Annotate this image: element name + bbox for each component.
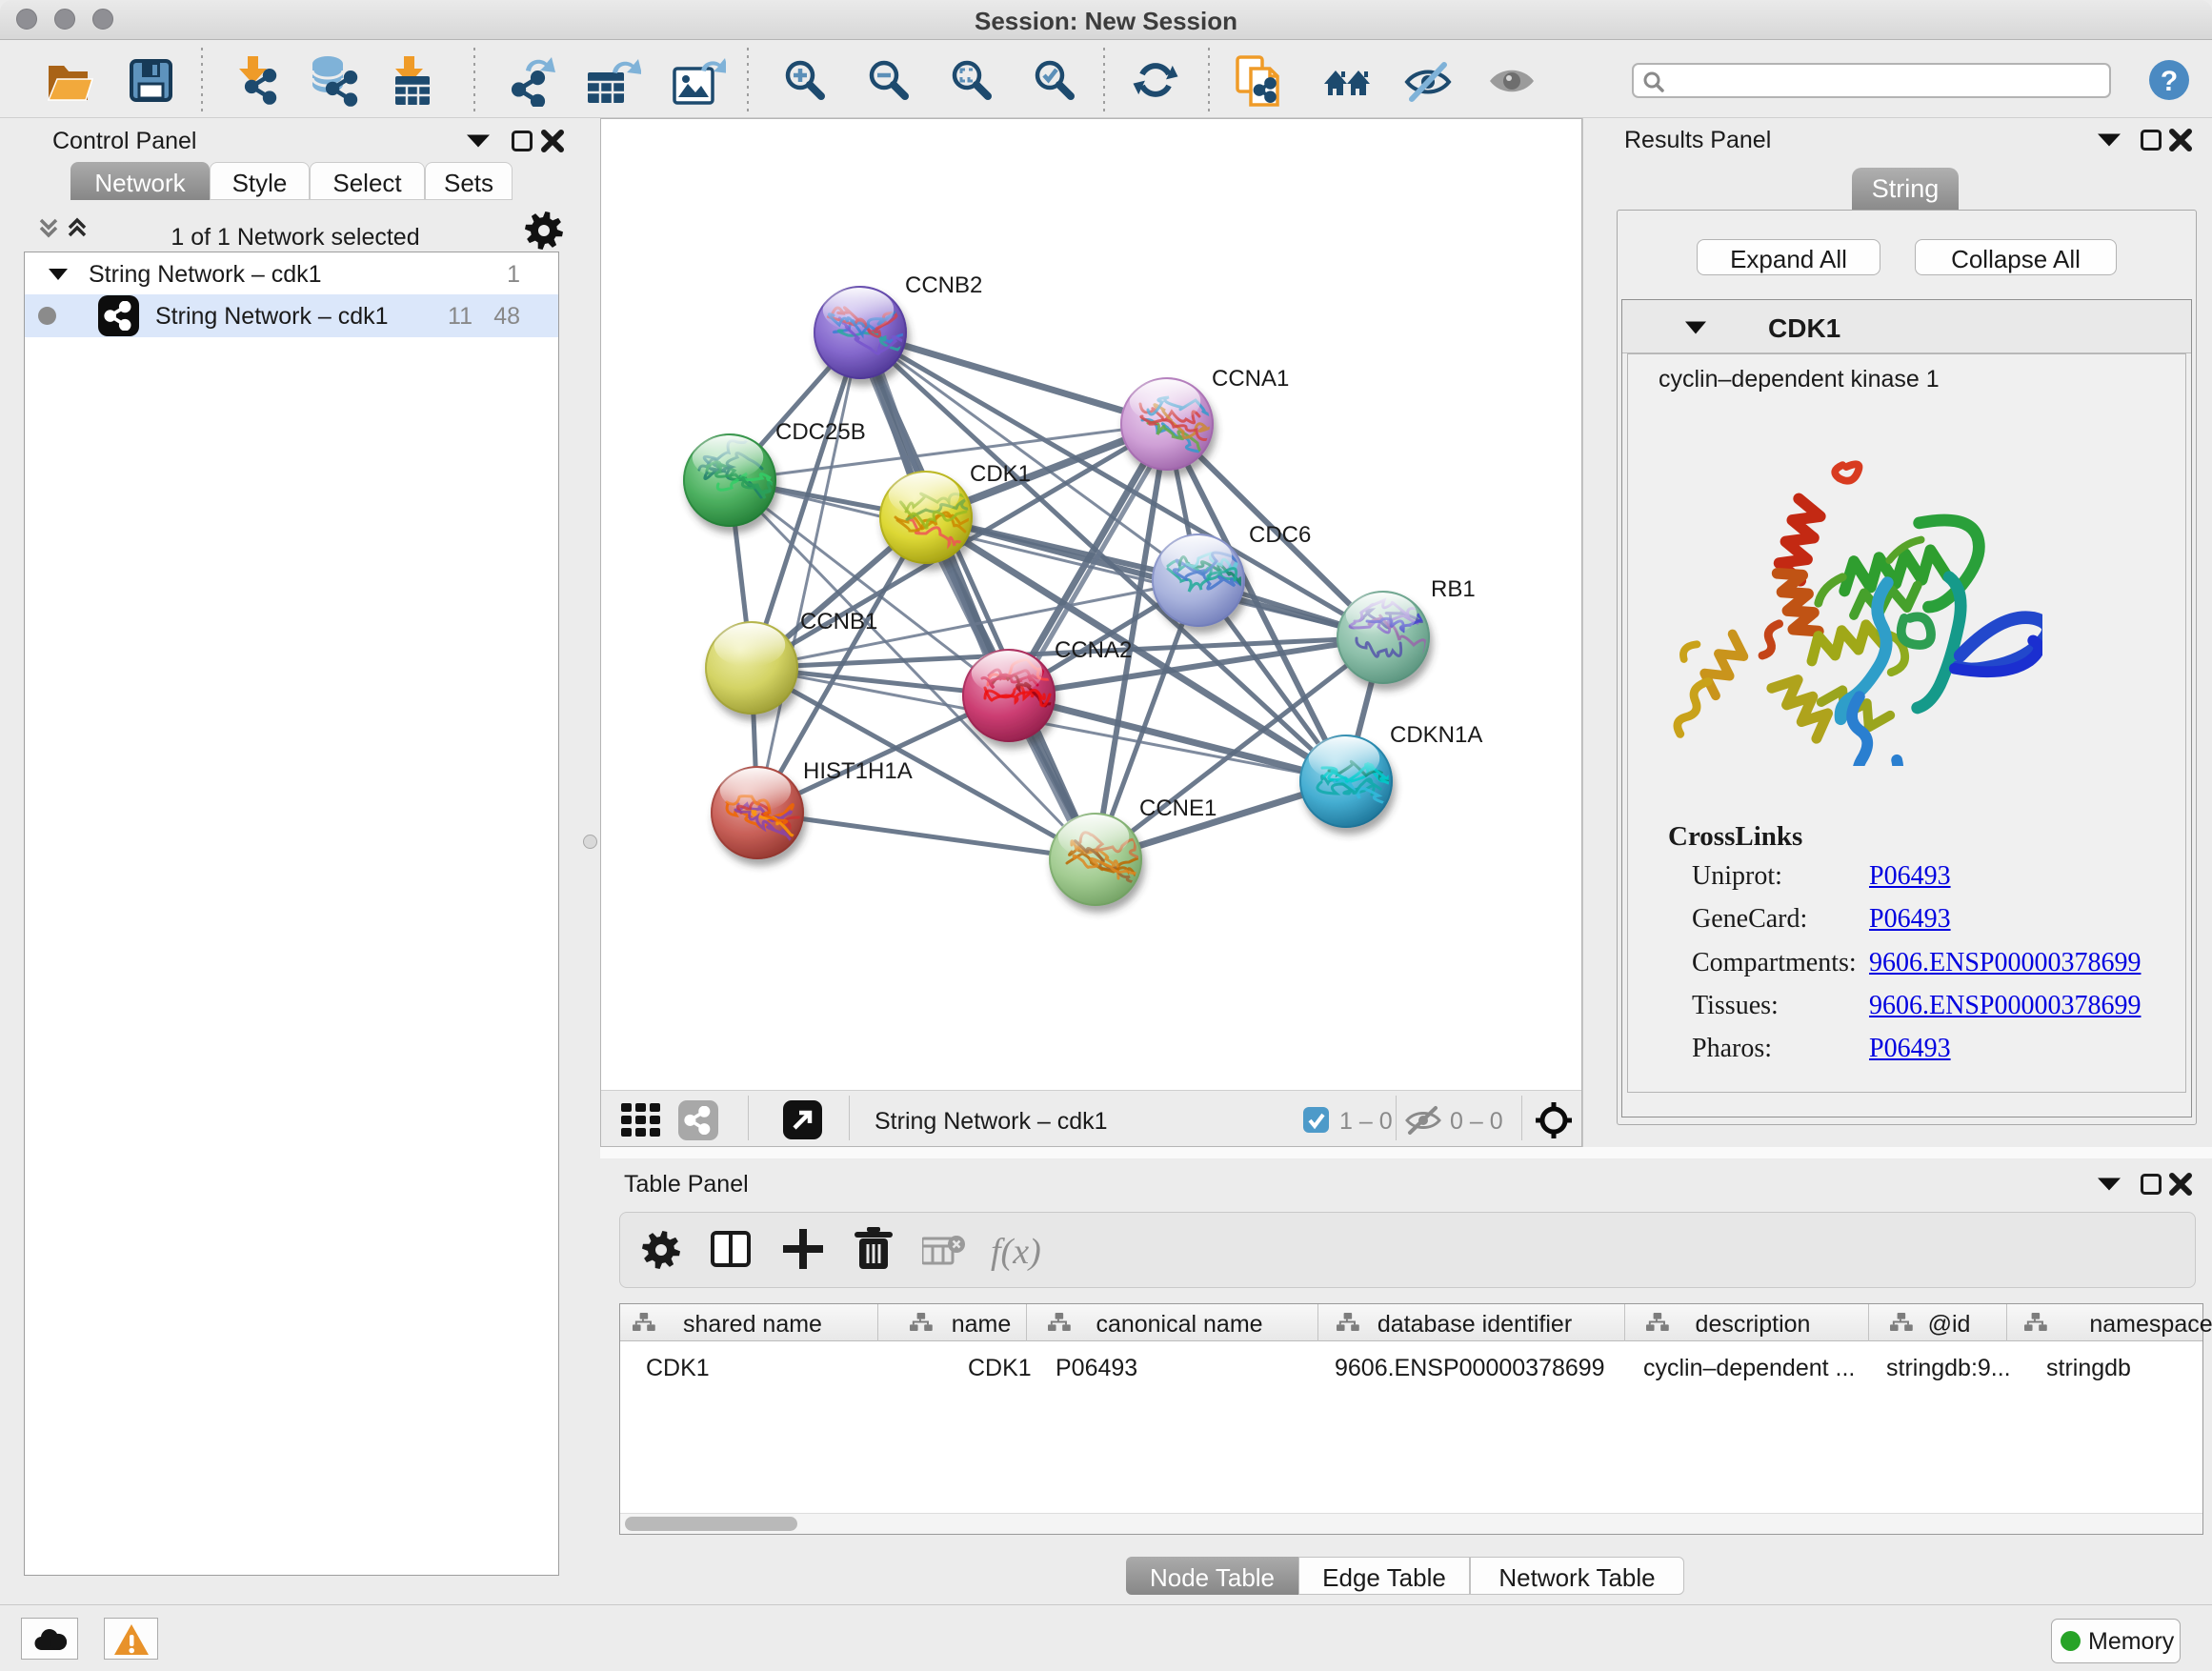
svg-text:CDC25B: CDC25B [775,419,866,445]
svg-text:CCNB1: CCNB1 [800,609,877,634]
svg-text:HIST1H1A: HIST1H1A [803,758,913,784]
svg-text:CCNE1: CCNE1 [1139,795,1217,821]
svg-text:CDK1: CDK1 [970,461,1031,487]
svg-text:RB1: RB1 [1431,576,1476,602]
svg-text:CCNB2: CCNB2 [905,272,982,298]
svg-text:CDKN1A: CDKN1A [1390,722,1482,748]
svg-text:CCNA1: CCNA1 [1212,366,1289,392]
svg-text:CDC6: CDC6 [1249,522,1311,548]
svg-text:CCNA2: CCNA2 [1055,637,1132,663]
